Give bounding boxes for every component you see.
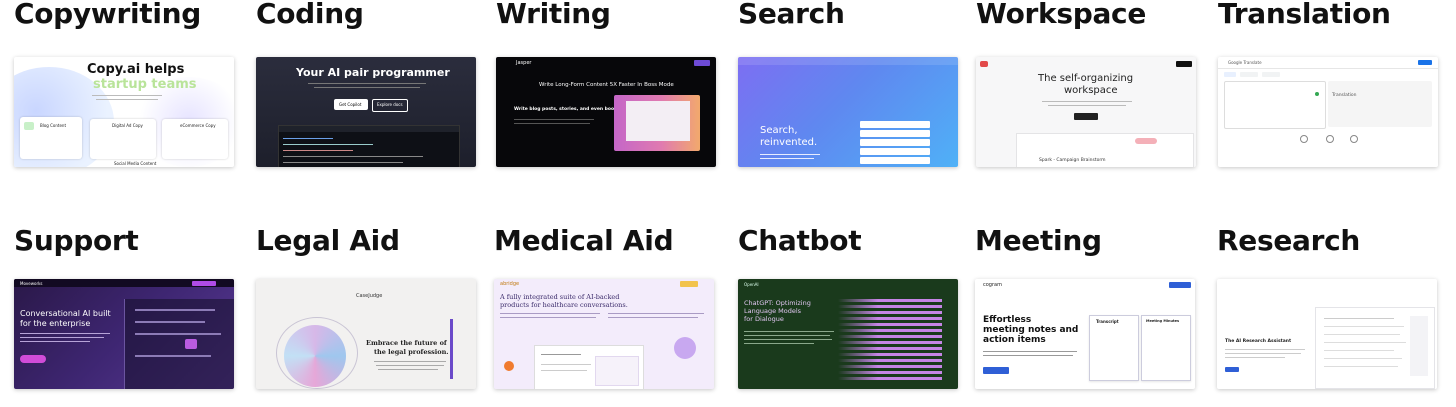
source-textbox[interactable] [1224, 81, 1326, 129]
hero-subheadline: the legal profession. [374, 348, 449, 356]
hero-headline: Write Long-Form Content 5X Faster In Bos… [539, 82, 674, 88]
hero-subheadline: startup teams [93, 77, 197, 92]
category-title: Workspace [976, 0, 1147, 30]
hero-headline: Conversational AI built [20, 309, 111, 318]
brand-logo: cogram [983, 282, 1002, 288]
brand-logo: abridge [500, 281, 520, 287]
hero-headline: The AI Research Assistant [1225, 339, 1292, 344]
hero-headline: Embrace the future of [366, 339, 447, 347]
screenshot-thumbnail[interactable]: CaseJudge Embrace the future of the lega… [256, 279, 476, 389]
hero-headline: ChatGPT: Optimizing [744, 299, 811, 307]
feature-card: eCommerce Copy [162, 119, 228, 159]
category-title: Medical Aid [494, 224, 674, 257]
search-suggestion[interactable] [860, 139, 930, 146]
brand-logo: CaseJudge [356, 293, 383, 299]
screenshot-thumbnail[interactable]: Copy.ai helps startup teams Blog Content… [14, 57, 234, 167]
hero-headline: A fully integrated suite of AI-backed [500, 293, 620, 301]
brand-logo: Jasper [516, 60, 532, 66]
screenshot-thumbnail[interactable]: The AI Research Assistant [1217, 279, 1437, 389]
category-title: Writing [496, 0, 611, 30]
screenshot-thumbnail[interactable]: Jasper Write Long-Form Content 5X Faster… [496, 57, 716, 167]
hero-subheadline: products for healthcare conversations. [500, 301, 628, 309]
category-title: Translation [1218, 0, 1391, 30]
hero-headline: Your AI pair programmer [296, 66, 450, 79]
screenshot-thumbnail[interactable]: Moveworks Conversational AI built for th… [14, 279, 234, 389]
app-title: Google Translate [1228, 60, 1262, 65]
category-title: Support [14, 224, 139, 257]
hero-headline: Copy.ai helps [87, 62, 185, 77]
search-suggestion[interactable] [860, 148, 930, 155]
hero-headline: The self-organizing [1038, 73, 1134, 84]
hero-headline: Effortless [983, 315, 1032, 325]
target-textbox: Translation [1328, 81, 1432, 127]
minutes-panel: Meeting Minutes [1141, 315, 1191, 381]
screenshot-thumbnail[interactable]: cogram Effortless meeting notes and acti… [975, 279, 1195, 389]
brand-logo: OpenAI [744, 282, 759, 287]
hero-subheadline: reinvented. [760, 137, 818, 148]
category-title: Legal Aid [256, 224, 400, 257]
category-title: Search [738, 0, 845, 30]
hero-subheadline: workspace [1064, 85, 1118, 96]
hero-headline: Search, [760, 125, 798, 136]
explore-docs-button[interactable]: Explore docs [372, 99, 408, 112]
search-suggestion[interactable] [860, 121, 930, 128]
screenshot-thumbnail[interactable]: Google Translate Translation [1218, 57, 1438, 167]
screenshot-thumbnail[interactable]: OpenAI ChatGPT: Optimizing Language Mode… [738, 279, 958, 389]
feature-card: Digital Ad Copy [90, 119, 156, 159]
hero-subheadline: for the enterprise [20, 319, 91, 328]
cta-button[interactable] [1225, 367, 1239, 372]
hero-subheadline: Language Models [744, 307, 802, 315]
category-title: Copywriting [14, 0, 202, 30]
screenshot-thumbnail[interactable]: Search, reinvented. [738, 57, 958, 167]
screenshot-thumbnail[interactable]: Your AI pair programmer Get Copilot Expl… [256, 57, 476, 167]
feature-card: Blog Content [20, 117, 82, 159]
category-title: Chatbot [738, 224, 862, 257]
screenshot-thumbnail[interactable]: abridge A fully integrated suite of AI-b… [494, 279, 714, 389]
cta-button[interactable] [20, 355, 46, 363]
screenshot-thumbnail[interactable]: The self-organizing workspace Spark - Ca… [976, 57, 1196, 167]
brand-logo: Moveworks [20, 281, 43, 286]
code-editor [278, 125, 460, 167]
category-title: Meeting [975, 224, 1102, 257]
cta-button[interactable] [983, 367, 1009, 374]
cta-button[interactable] [1074, 113, 1098, 120]
category-title: Research [1217, 224, 1361, 257]
category-title: Coding [256, 0, 364, 30]
get-copilot-button[interactable]: Get Copilot [334, 99, 368, 110]
search-suggestion[interactable] [860, 157, 930, 164]
transcript-panel: Transcript [1089, 315, 1139, 381]
search-suggestion[interactable] [860, 130, 930, 137]
hero-subheadline: meeting notes and [983, 325, 1079, 335]
demo-video[interactable] [614, 95, 700, 151]
